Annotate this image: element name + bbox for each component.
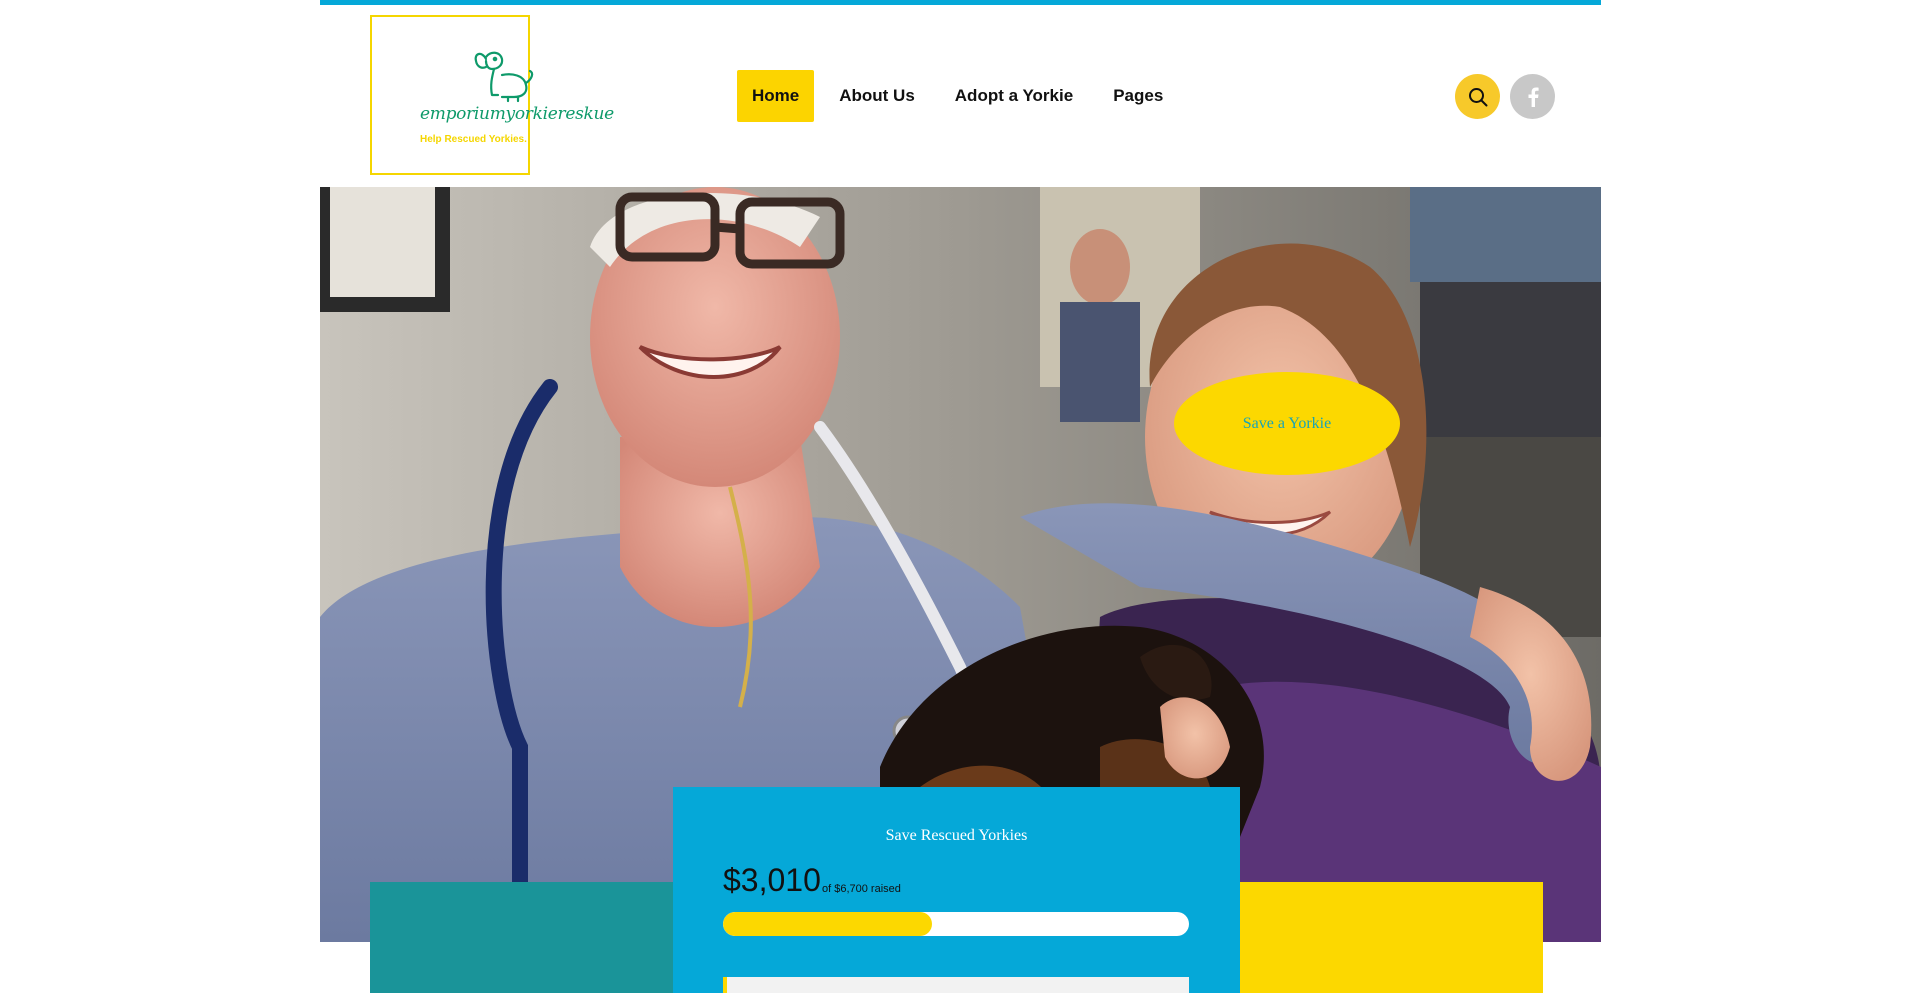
- donation-raised-amount: $3,010: [723, 862, 821, 898]
- donation-amount-field[interactable]: [723, 977, 1189, 993]
- main-nav: Home About Us Adopt a Yorkie Pages: [737, 70, 1188, 122]
- logo-text: emporiumyorkiereskue: [420, 104, 614, 124]
- nav-about-us[interactable]: About Us: [824, 70, 930, 122]
- save-a-yorkie-button[interactable]: Save a Yorkie: [1174, 372, 1400, 475]
- donation-progress-fill: [723, 912, 933, 936]
- search-icon: [1468, 87, 1487, 106]
- facebook-button[interactable]: [1510, 74, 1555, 119]
- page: emporiumyorkiereskue Help Rescued Yorkie…: [0, 0, 1920, 993]
- nav-adopt-a-yorkie[interactable]: Adopt a Yorkie: [940, 70, 1088, 122]
- teal-feature-block: [370, 882, 675, 993]
- nav-home[interactable]: Home: [737, 70, 815, 122]
- donation-title: Save Rescued Yorkies: [885, 827, 1028, 844]
- site-logo[interactable]: emporiumyorkiereskue Help Rescued Yorkie…: [370, 15, 614, 175]
- logo-tagline: Help Rescued Yorkies.: [420, 134, 527, 145]
- yellow-feature-block: [1238, 882, 1543, 993]
- search-button[interactable]: [1455, 74, 1500, 119]
- facebook-icon: [1528, 87, 1539, 107]
- donation-goal-text: of $6,700 raised: [822, 883, 901, 895]
- donation-card: Save Rescued Yorkies $3,010 of $6,700 ra…: [673, 787, 1240, 993]
- nav-pages[interactable]: Pages: [1098, 70, 1178, 122]
- dog-logo-icon: [474, 51, 534, 103]
- donation-progress-bar: [723, 912, 1189, 936]
- top-accent-bar: [320, 0, 1601, 5]
